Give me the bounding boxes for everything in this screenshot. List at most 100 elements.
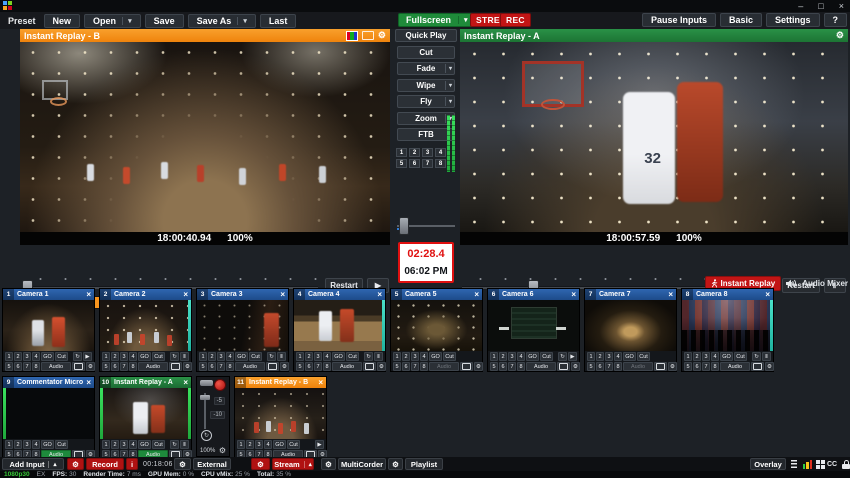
tbar-handle[interactable]	[399, 217, 409, 235]
input-btn-4[interactable]: 4	[264, 440, 272, 449]
chevron-down-icon[interactable]: ▾	[122, 17, 132, 25]
input-btn-2[interactable]: 2	[14, 440, 22, 449]
gear-button[interactable]: ⚙	[474, 362, 483, 371]
close-input-button[interactable]: ×	[571, 291, 576, 299]
input-btn-5[interactable]: 5	[490, 362, 498, 371]
input-btn-7[interactable]: 7	[508, 362, 516, 371]
audio-levels-icon[interactable]	[801, 458, 814, 470]
input-btn-5[interactable]: 5	[587, 362, 595, 371]
gear-button[interactable]: ⚙	[571, 362, 580, 371]
input-btn-4[interactable]: 4	[517, 352, 525, 361]
loop-button[interactable]: ↻	[364, 352, 373, 361]
gear-icon[interactable]: ⚙	[219, 446, 226, 455]
input-btn-8[interactable]: 8	[614, 362, 622, 371]
monitor-button[interactable]	[266, 362, 279, 371]
open-button[interactable]: Open▾	[84, 14, 141, 28]
chevron-down-icon[interactable]: ▾	[445, 81, 452, 90]
input-btn-2[interactable]: 2	[246, 440, 254, 449]
input-title-bar[interactable]: 9Commentator Microphone×	[3, 377, 94, 388]
record-button[interactable]: Record	[86, 458, 124, 470]
input-btn-3[interactable]: 3	[23, 352, 31, 361]
input-btn-1[interactable]: 1	[199, 352, 207, 361]
input-title-bar[interactable]: 7Camera 7×	[585, 289, 676, 300]
input-thumbnail[interactable]	[488, 300, 579, 351]
number-button[interactable]: 3	[422, 148, 433, 157]
input-btn-2[interactable]: 2	[305, 352, 313, 361]
chevron-up-icon[interactable]: ▴	[48, 461, 56, 468]
input-title-bar[interactable]: 4Camera 4×	[294, 289, 385, 300]
transition-tbar[interactable]	[397, 217, 455, 235]
input-btn-8[interactable]: 8	[323, 362, 331, 371]
close-button[interactable]: ×	[839, 0, 844, 12]
input-btn-7[interactable]: 7	[120, 362, 128, 371]
input-tile-2[interactable]: 2Camera 2×1234GOCut↻Ⅱ5678Audio⚙	[99, 288, 192, 372]
input-btn-2[interactable]: 2	[14, 352, 22, 361]
loop-button[interactable]: ↻	[752, 352, 761, 361]
loop-button[interactable]: ↻	[170, 352, 179, 361]
fade-button[interactable]: Fade▾	[397, 62, 455, 75]
fullscreen-button[interactable]: Fullscreen▾	[398, 13, 476, 27]
input-btn-3[interactable]: 3	[411, 352, 419, 361]
input-btn-6[interactable]: 6	[499, 362, 507, 371]
input-btn-cut[interactable]: Cut	[249, 352, 262, 361]
close-input-button[interactable]: ×	[86, 379, 91, 387]
number-button[interactable]: 2	[409, 148, 420, 157]
input-btn-5[interactable]: 5	[684, 362, 692, 371]
input-btn-1[interactable]: 1	[296, 352, 304, 361]
play-button[interactable]: ▶	[315, 440, 324, 449]
input-tile-10[interactable]: 10Instant Replay - A×1234GOCut↻Ⅱ5678Audi…	[99, 376, 192, 460]
input-btn-5[interactable]: 5	[393, 362, 401, 371]
input-btn-cut[interactable]: Cut	[287, 440, 300, 449]
audio-button[interactable]: Audio	[235, 362, 265, 371]
external-button[interactable]: External	[193, 458, 231, 470]
close-input-button[interactable]: ×	[318, 379, 323, 387]
input-btn-3[interactable]: 3	[314, 352, 322, 361]
settings-button[interactable]: Settings	[766, 13, 820, 27]
gear-icon[interactable]: ⚙	[378, 31, 386, 40]
monitor-button[interactable]	[654, 362, 667, 371]
input-btn-1[interactable]: 1	[102, 352, 110, 361]
input-btn-1[interactable]: 1	[490, 352, 498, 361]
input-btn-7[interactable]: 7	[702, 362, 710, 371]
input-btn-4[interactable]: 4	[32, 352, 40, 361]
close-input-button[interactable]: ×	[474, 291, 479, 299]
pause-button[interactable]: Ⅱ	[374, 352, 383, 361]
gear-button[interactable]: ⚙	[377, 362, 386, 371]
input-btn-2[interactable]: 2	[208, 352, 216, 361]
input-btn-go[interactable]: GO	[138, 352, 151, 361]
volume-fader-thumb[interactable]	[200, 395, 210, 400]
gear-button[interactable]: ⚙	[86, 362, 95, 371]
input-btn-7[interactable]: 7	[314, 362, 322, 371]
input-title-bar[interactable]: 6Camera 6×	[488, 289, 579, 300]
input-btn-go[interactable]: GO	[526, 352, 539, 361]
input-btn-4[interactable]: 4	[129, 440, 137, 449]
input-btn-4[interactable]: 4	[32, 440, 40, 449]
list-icon[interactable]	[787, 458, 801, 470]
chevron-down-icon[interactable]: ▾	[445, 97, 452, 106]
record-toggle-button[interactable]: REC	[500, 13, 531, 27]
input-btn-6[interactable]: 6	[208, 362, 216, 371]
input-btn-1[interactable]: 1	[684, 352, 692, 361]
input-btn-go[interactable]: GO	[41, 352, 54, 361]
input-btn-1[interactable]: 1	[237, 440, 245, 449]
input-title-bar[interactable]: 3Camera 3×	[197, 289, 288, 300]
input-btn-3[interactable]: 3	[255, 440, 263, 449]
gear-button[interactable]: ⚙	[765, 362, 774, 371]
input-btn-go[interactable]: GO	[429, 352, 442, 361]
input-btn-4[interactable]: 4	[614, 352, 622, 361]
last-button[interactable]: Last	[260, 14, 297, 28]
input-btn-7[interactable]: 7	[23, 362, 31, 371]
add-input-button[interactable]: Add Input▴	[2, 458, 64, 470]
colorbars-icon[interactable]	[346, 31, 358, 41]
input-thumbnail[interactable]	[3, 300, 94, 351]
monitor-icon[interactable]	[362, 31, 374, 40]
play-button[interactable]: ▶	[568, 352, 577, 361]
number-button[interactable]: 5	[396, 159, 407, 168]
audio-button[interactable]: Audio	[332, 362, 362, 371]
monitor-button[interactable]	[751, 362, 764, 371]
input-btn-cut[interactable]: Cut	[443, 352, 456, 361]
close-input-button[interactable]: ×	[765, 291, 770, 299]
input-btn-cut[interactable]: Cut	[55, 352, 68, 361]
gear-button[interactable]: ⚙	[183, 362, 192, 371]
input-tile-6[interactable]: 6Camera 6×1234GOCut↻▶5678Audio⚙	[487, 288, 580, 372]
